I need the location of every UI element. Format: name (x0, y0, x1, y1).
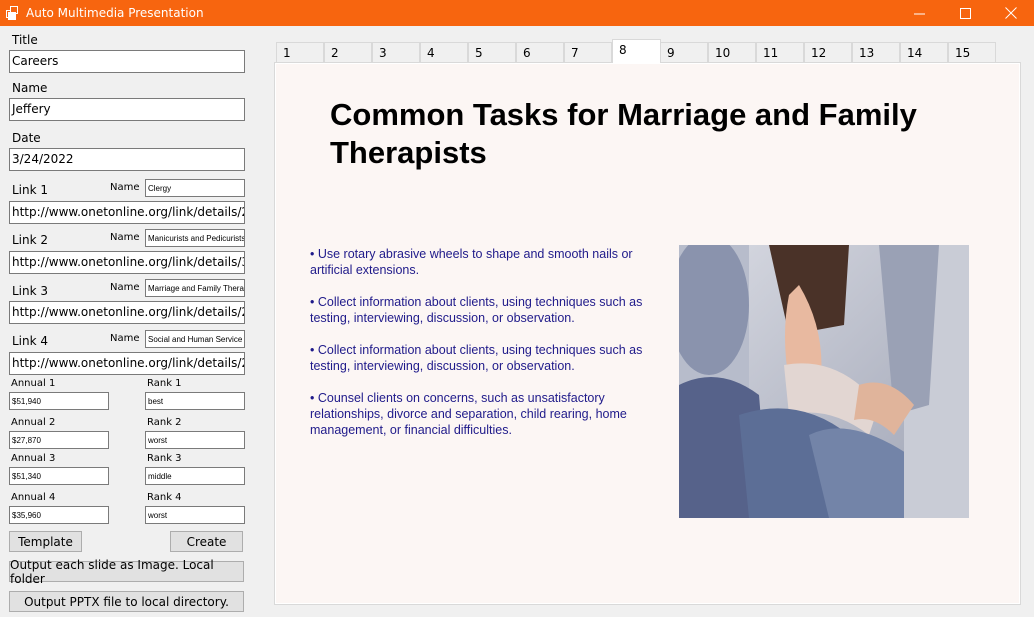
rank-1-label: Rank 1 (147, 378, 182, 389)
tab-11[interactable]: 11 (756, 42, 804, 63)
therapy-photo-image (679, 245, 969, 518)
link-3-name-label: Name (110, 282, 140, 293)
link-4-label: Link 4 (12, 334, 49, 348)
maximize-button[interactable] (942, 0, 988, 26)
minimize-button[interactable] (896, 0, 942, 26)
link-1-name-label: Name (110, 182, 140, 193)
output-images-button[interactable]: Output each slide as Image. Local folder (9, 558, 244, 586)
rank-4-input[interactable]: worst (145, 506, 245, 524)
slide-title: Common Tasks for Marriage and Family The… (330, 97, 917, 170)
maximize-icon (959, 7, 971, 19)
tab-1[interactable]: 1 (276, 42, 324, 63)
date-input[interactable]: 3/24/2022 (9, 148, 245, 171)
tab-2[interactable]: 2 (324, 42, 372, 63)
template-button[interactable]: Template (9, 531, 82, 552)
bullet-item: • Collect information about clients, usi… (310, 343, 643, 373)
name-label: Name (12, 81, 48, 95)
tab-7[interactable]: 7 (564, 42, 612, 63)
rank-3-input[interactable]: middle (145, 467, 245, 485)
link-3-label: Link 3 (12, 284, 49, 298)
minimize-icon (913, 13, 925, 14)
tab-6[interactable]: 6 (516, 42, 564, 63)
annual-3-label: Annual 3 (11, 453, 56, 464)
link-4-url-input[interactable]: http://www.onetonline.org/link/details/2… (9, 352, 245, 375)
bullet-item: • Use rotary abrasive wheels to shape an… (310, 247, 633, 277)
tab-15[interactable]: 15 (948, 42, 996, 63)
rank-3-label: Rank 3 (147, 453, 182, 464)
annual-1-input[interactable]: $51,940 (9, 392, 109, 410)
annual-4-input[interactable]: $35,960 (9, 506, 109, 524)
close-icon (1005, 7, 1017, 19)
annual-3-input[interactable]: $51,340 (9, 467, 109, 485)
slide-photo (679, 245, 969, 518)
create-button[interactable]: Create (170, 531, 243, 552)
output-pptx-button[interactable]: Output PPTX file to local directory. (9, 591, 244, 612)
tab-9[interactable]: 9 (660, 42, 708, 63)
bullet-item: • Counsel clients on concerns, such as u… (310, 391, 627, 437)
bullet-item: • Collect information about clients, usi… (310, 295, 643, 325)
annual-4-label: Annual 4 (11, 492, 56, 503)
tab-3[interactable]: 3 (372, 42, 420, 63)
tab-14[interactable]: 14 (900, 42, 948, 63)
slide-preview: Common Tasks for Marriage and Family The… (276, 64, 1019, 603)
window-title: Auto Multimedia Presentation (26, 6, 204, 20)
annual-2-label: Annual 2 (11, 417, 56, 428)
tab-5[interactable]: 5 (468, 42, 516, 63)
link-2-url-input[interactable]: http://www.onetonline.org/link/details/3… (9, 251, 245, 274)
title-label: Title (12, 33, 38, 47)
rank-2-input[interactable]: worst (145, 431, 245, 449)
slide-panel: Common Tasks for Marriage and Family The… (274, 62, 1021, 605)
slide-bullets: • Use rotary abrasive wheels to shape an… (310, 246, 670, 454)
tab-12[interactable]: 12 (804, 42, 852, 63)
tab-4[interactable]: 4 (420, 42, 468, 63)
link-2-label: Link 2 (12, 233, 49, 247)
rank-1-input[interactable]: best (145, 392, 245, 410)
annual-1-label: Annual 1 (11, 378, 56, 389)
rank-4-label: Rank 4 (147, 492, 182, 503)
link-4-name-input[interactable]: Social and Human Service Assistants (145, 330, 245, 348)
link-3-url-input[interactable]: http://www.onetonline.org/link/details/2… (9, 301, 245, 324)
annual-2-input[interactable]: $27,870 (9, 431, 109, 449)
link-4-name-label: Name (110, 333, 140, 344)
app-icon (6, 6, 18, 20)
rank-2-label: Rank 2 (147, 417, 182, 428)
tab-10[interactable]: 10 (708, 42, 756, 63)
link-2-name-label: Name (110, 232, 140, 243)
name-input[interactable]: Jeffery (9, 98, 245, 121)
link-1-name-input[interactable]: Clergy (145, 179, 245, 197)
link-3-name-input[interactable]: Marriage and Family Therapists (145, 279, 245, 297)
link-1-label: Link 1 (12, 183, 49, 197)
date-label: Date (12, 131, 41, 145)
window-titlebar: Auto Multimedia Presentation (0, 0, 1034, 26)
close-button[interactable] (988, 0, 1034, 26)
tab-13[interactable]: 13 (852, 42, 900, 63)
title-input[interactable]: Careers (9, 50, 245, 73)
tab-8[interactable]: 8 (612, 39, 661, 63)
link-1-url-input[interactable]: http://www.onetonline.org/link/details/2… (9, 201, 245, 224)
link-2-name-input[interactable]: Manicurists and Pedicurists (145, 229, 245, 247)
